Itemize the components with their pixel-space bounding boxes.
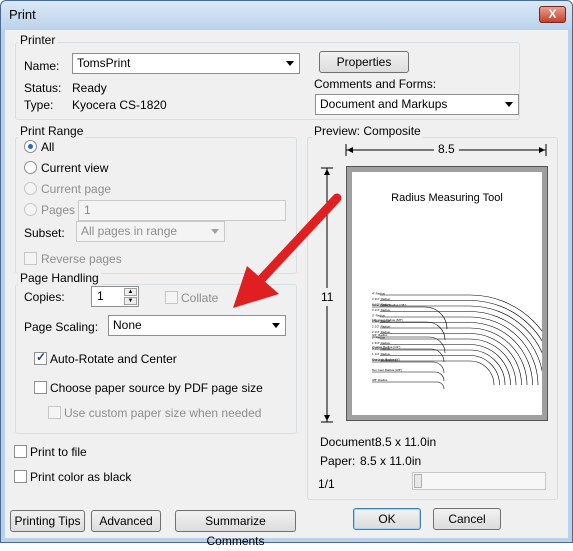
radius-label: 2 1/2" Radius bbox=[372, 325, 390, 329]
coin-radius-label: 3/4" Radius bbox=[372, 333, 388, 337]
close-button[interactable]: X bbox=[539, 6, 566, 23]
page-slider-thumb[interactable] bbox=[414, 474, 422, 488]
printer-type-label: Type: bbox=[24, 98, 54, 112]
width-dimension-value: 8.5 bbox=[434, 142, 459, 156]
radio-pages-label[interactable]: Pages bbox=[41, 203, 75, 217]
radio-current-page[interactable] bbox=[24, 182, 37, 195]
advanced-button[interactable]: Advanced bbox=[91, 510, 161, 532]
printer-name-select[interactable]: TomsPrint bbox=[72, 53, 300, 74]
printer-status-value: Ready bbox=[72, 81, 107, 95]
printer-status-label: Status: bbox=[24, 81, 62, 95]
auto-rotate-checkbox[interactable] bbox=[34, 350, 47, 365]
chevron-down-icon bbox=[505, 102, 513, 107]
radio-all-label[interactable]: All bbox=[41, 140, 54, 154]
comments-forms-value: Document and Markups bbox=[320, 97, 448, 111]
radius-arc bbox=[380, 344, 511, 386]
radius-arc bbox=[380, 305, 542, 354]
preview-page-frame: Radius Measuring Tool 4" Radius 3 3/4" Ra… bbox=[346, 166, 548, 421]
page-scaling-value: None bbox=[113, 318, 142, 332]
document-label: Document: bbox=[320, 435, 379, 449]
cancel-button[interactable]: Cancel bbox=[433, 508, 501, 530]
spinner-up-icon[interactable]: ▲ bbox=[124, 288, 137, 296]
copies-input[interactable]: 1 ▲ ▼ bbox=[91, 286, 139, 307]
chevron-down-icon bbox=[286, 61, 294, 66]
printer-name-value: TomsPrint bbox=[77, 56, 131, 70]
comments-forms-label: Comments and Forms: bbox=[314, 77, 437, 91]
print-color-black-checkbox[interactable] bbox=[14, 470, 27, 483]
comments-forms-select[interactable]: Document and Markups bbox=[315, 94, 519, 115]
radius-label: 3 1/4" Radius bbox=[372, 308, 390, 312]
dialog-client-area: Printer Name: TomsPrint Properties Statu… bbox=[5, 30, 568, 548]
coin-radius-label: Fifty Cent Radius (5/8") bbox=[372, 318, 403, 322]
radio-current-view-label[interactable]: Current view bbox=[41, 161, 108, 175]
print-dialog-window: Print X Printer Name: TomsPrint Properti… bbox=[0, 0, 573, 548]
title-bar[interactable]: Print X bbox=[1, 1, 572, 29]
radius-arc bbox=[380, 333, 522, 386]
reverse-pages-checkbox[interactable] bbox=[24, 252, 37, 265]
copies-label: Copies: bbox=[24, 290, 65, 304]
radius-arcs-drawing: 4" Radius3 3/4" Radius3 1/2" Radius3 1/4… bbox=[372, 292, 542, 390]
copies-value: 1 bbox=[97, 289, 104, 303]
radio-pages[interactable] bbox=[24, 203, 37, 216]
print-range-label: Print Range bbox=[18, 124, 86, 138]
radio-current-view[interactable] bbox=[24, 161, 37, 174]
properties-button[interactable]: Properties bbox=[319, 51, 409, 73]
page-counter: 1/1 bbox=[318, 477, 335, 491]
collate-checkbox[interactable] bbox=[165, 291, 178, 304]
printing-tips-button[interactable]: Printing Tips bbox=[10, 510, 85, 532]
spinner-down-icon[interactable]: ▼ bbox=[124, 297, 137, 305]
print-to-file-label[interactable]: Print to file bbox=[30, 445, 87, 459]
reverse-pages-label[interactable]: Reverse pages bbox=[41, 252, 122, 266]
coin-radius-label: Quarter Radius (1/2") bbox=[372, 345, 400, 349]
preview-label: Preview: Composite bbox=[312, 124, 423, 138]
coin-radius-label: Ten Cent Radius (3/8") bbox=[372, 368, 402, 372]
coin-radius-label: Silver Dollar Radius (7/8") bbox=[372, 303, 406, 307]
coin-radius-arc bbox=[372, 381, 445, 390]
page-handling-label: Page Handling bbox=[18, 271, 101, 285]
page-scaling-label: Page Scaling: bbox=[24, 320, 99, 334]
coin-radius-label: 3/8" Radius bbox=[372, 378, 388, 382]
printer-group-label: Printer bbox=[18, 33, 58, 47]
radius-arc bbox=[380, 360, 495, 386]
coin-radius-label: Nickel Radius (1/2") bbox=[372, 358, 398, 362]
paper-label: Paper: bbox=[320, 454, 356, 468]
choose-paper-source-checkbox[interactable] bbox=[34, 381, 47, 394]
radio-all[interactable] bbox=[24, 140, 37, 153]
radius-label: 3" Radius bbox=[372, 314, 385, 318]
auto-rotate-label[interactable]: Auto-Rotate and Center bbox=[50, 352, 177, 366]
document-value: 8.5 x 11.0in bbox=[375, 435, 437, 449]
print-to-file-checkbox[interactable] bbox=[14, 445, 27, 458]
ok-button[interactable]: OK bbox=[353, 508, 421, 530]
custom-paper-size-checkbox[interactable] bbox=[48, 406, 61, 419]
subset-select[interactable]: All pages in range bbox=[76, 221, 225, 242]
radius-label: 1 1/4" Radius bbox=[372, 352, 390, 356]
radio-current-page-label[interactable]: Current page bbox=[41, 182, 111, 196]
radius-arc bbox=[380, 327, 528, 386]
radius-label: 4" Radius bbox=[372, 292, 385, 296]
subset-value: All pages in range bbox=[81, 224, 178, 238]
window-title: Print bbox=[9, 7, 36, 22]
page-slider-track[interactable] bbox=[412, 472, 546, 490]
page-scaling-select[interactable]: None bbox=[108, 315, 286, 336]
custom-paper-size-label[interactable]: Use custom paper size when needed bbox=[64, 406, 261, 420]
chevron-down-icon bbox=[211, 229, 219, 234]
radius-arc bbox=[380, 300, 542, 342]
chevron-down-icon bbox=[272, 323, 280, 328]
subset-label: Subset: bbox=[24, 226, 65, 240]
radius-arc bbox=[380, 294, 542, 332]
radius-label: 3 3/4" Radius bbox=[372, 297, 390, 301]
printer-name-label: Name: bbox=[24, 59, 60, 73]
radius-arc bbox=[380, 316, 539, 386]
preview-page: Radius Measuring Tool 4" Radius 3 3/4" Ra… bbox=[352, 172, 542, 415]
red-annotation-arrow bbox=[233, 193, 342, 308]
printer-type-value: Kyocera CS-1820 bbox=[72, 98, 167, 112]
choose-paper-source-label[interactable]: Choose paper source by PDF page size bbox=[50, 381, 263, 395]
print-color-black-label[interactable]: Print color as black bbox=[30, 470, 131, 484]
paper-value: 8.5 x 11.0in bbox=[360, 454, 422, 468]
collate-label[interactable]: Collate bbox=[181, 291, 218, 305]
summarize-comments-button[interactable]: Summarize Comments bbox=[175, 510, 296, 548]
